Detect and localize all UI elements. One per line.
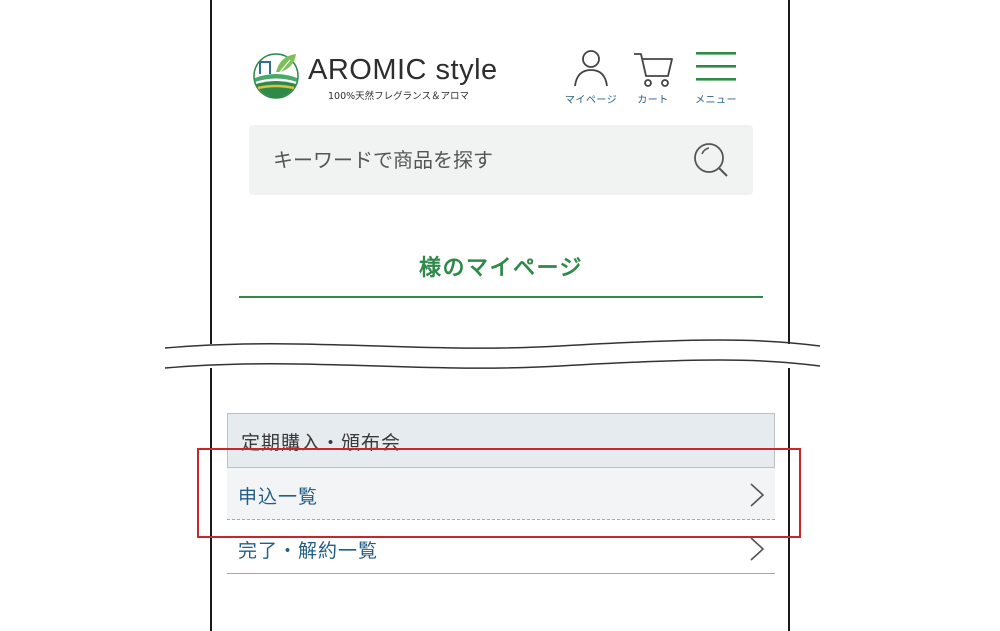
user-icon: [574, 50, 608, 87]
menu-label: メニュー: [695, 95, 737, 106]
page-break-indicator: [164, 339, 821, 372]
search-icon[interactable]: [691, 140, 731, 180]
cart-label: カート: [637, 95, 669, 106]
chevron-right-icon: [750, 537, 765, 561]
cart-button[interactable]: カート: [623, 48, 683, 108]
site-logo[interactable]: AROMIC style 100%天然フレグランス＆アロマ: [250, 48, 520, 108]
search-bar: [249, 125, 753, 195]
search-input[interactable]: [249, 125, 679, 195]
cart-icon: [634, 53, 673, 87]
completed-cancelled-list-label: 完了・解約一覧: [238, 540, 379, 562]
highlight-box: [197, 448, 801, 538]
hamburger-menu-icon: [696, 52, 736, 81]
title-divider: [239, 296, 763, 298]
menu-button[interactable]: メニュー: [686, 48, 746, 108]
logo-tagline: 100%天然フレグランス＆アロマ: [328, 91, 469, 102]
mypage-label: マイページ: [564, 95, 618, 106]
mypage-button[interactable]: マイページ: [561, 48, 621, 108]
logo-text: AROMIC style: [308, 54, 498, 86]
logo-mark-icon: [253, 53, 299, 99]
page-title: 様のマイページ: [418, 256, 584, 281]
